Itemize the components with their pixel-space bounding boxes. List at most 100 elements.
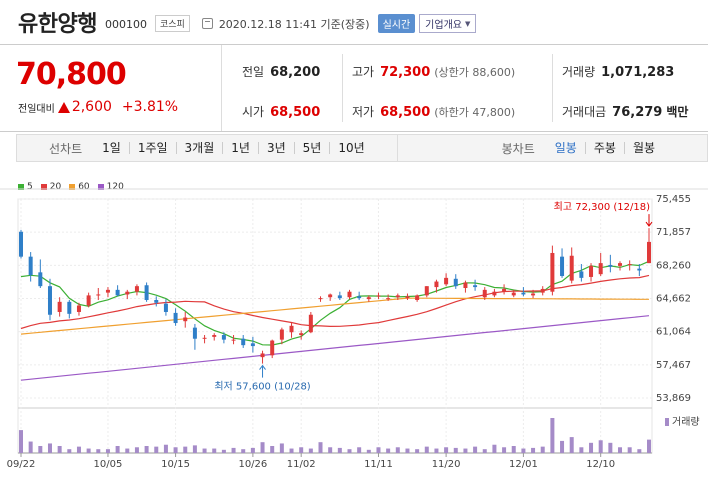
- candle-body: [57, 301, 62, 312]
- candle-body: [19, 231, 23, 257]
- volume-bar: [618, 447, 623, 453]
- y-tick-label: 53,869: [656, 393, 691, 404]
- price-chart[interactable]: 75,455 71,857 68,260 64,662 61,064 57,467 53,8…: [0, 0, 708, 487]
- candle-body: [482, 289, 487, 298]
- volume-bar: [502, 447, 507, 453]
- candle-body: [231, 339, 236, 341]
- volume-bar: [415, 449, 420, 453]
- y-tick-label: 71,857: [656, 227, 691, 238]
- volume-bar: [434, 448, 439, 453]
- candle-body: [386, 298, 391, 300]
- y-tick-label: 61,064: [656, 327, 691, 338]
- volume-bar: [444, 447, 449, 453]
- volume-bar: [395, 447, 400, 453]
- candle-body: [463, 282, 468, 289]
- volume-bar: [86, 448, 91, 453]
- low-annotation: 최저 57,600 (10/28): [214, 381, 310, 393]
- candle-body: [308, 314, 313, 333]
- volume-bar: [134, 447, 139, 453]
- volume-bar: [453, 447, 458, 453]
- y-tick-label: 75,455: [656, 194, 691, 205]
- volume-bar: [482, 449, 487, 453]
- x-tick-label: 11/11: [364, 459, 393, 470]
- candle-body: [579, 271, 584, 278]
- candle-body: [598, 263, 603, 275]
- candle-body: [299, 333, 304, 336]
- volume-bar: [241, 449, 246, 453]
- volume-bar: [47, 443, 52, 453]
- candle-body: [241, 338, 246, 346]
- candle-body: [366, 297, 371, 300]
- volume-bar: [212, 448, 217, 453]
- candle-body: [531, 293, 536, 296]
- volume-bar: [511, 446, 516, 453]
- candle-body: [347, 291, 352, 298]
- candle-body: [647, 241, 651, 264]
- candle-body: [502, 288, 507, 292]
- candle-body: [434, 281, 439, 288]
- y-tick-label: 64,662: [656, 294, 691, 305]
- volume-bar: [318, 442, 323, 453]
- volume-bar: [405, 448, 410, 453]
- volume-bar: [531, 447, 536, 453]
- candle-body: [260, 353, 265, 358]
- candle-body: [279, 329, 284, 340]
- candle-body: [492, 291, 497, 296]
- candle-body: [289, 325, 294, 333]
- x-tick-label: 10/26: [238, 459, 267, 470]
- volume-bar: [492, 444, 497, 453]
- volume-bar: [221, 449, 226, 453]
- volume-bar: [125, 448, 130, 453]
- volume-bar: [521, 448, 526, 453]
- y-tick-label: 57,467: [656, 360, 691, 371]
- volume-bar: [299, 447, 304, 453]
- candle-body: [560, 256, 565, 277]
- x-tick-label: 10/15: [161, 459, 190, 470]
- candle-body: [192, 327, 197, 339]
- candle-body: [376, 295, 381, 297]
- volume-bar: [366, 449, 371, 453]
- candle-body: [405, 296, 410, 299]
- candle-body: [105, 289, 110, 293]
- candle-body: [221, 335, 226, 340]
- candle-body: [608, 264, 613, 267]
- candle-body: [163, 303, 168, 312]
- candle-body: [115, 289, 120, 296]
- volume-bar: [19, 430, 23, 453]
- volume-axis-label: 거래량: [672, 416, 700, 428]
- y-tick-label: 68,260: [656, 260, 691, 271]
- volume-bar: [260, 442, 265, 453]
- volume-bar: [473, 446, 478, 453]
- candle-body: [86, 295, 91, 306]
- candle-body: [212, 335, 217, 337]
- high-annotation: 최고 72,300 (12/18): [554, 201, 650, 213]
- candle-body: [183, 317, 188, 322]
- volume-bar: [270, 446, 275, 453]
- volume-bar: [163, 444, 168, 453]
- candle-body: [47, 286, 52, 315]
- candle-body: [473, 285, 478, 288]
- volume-bar: [279, 443, 284, 453]
- volume-bar: [231, 447, 236, 453]
- candle-body: [357, 296, 362, 299]
- candle-body: [270, 340, 275, 356]
- volume-bar: [28, 441, 33, 453]
- candle-body: [444, 277, 449, 285]
- candle-body: [125, 291, 130, 295]
- candle-body: [173, 312, 178, 324]
- x-tick-label: 12/10: [586, 459, 615, 470]
- volume-bar: [202, 448, 207, 453]
- volume-bar: [569, 437, 574, 453]
- volume-bar: [357, 447, 362, 453]
- candle-body: [38, 272, 43, 287]
- volume-legend-swatch: [665, 418, 669, 426]
- candle-body: [318, 298, 323, 300]
- candle-body: [328, 294, 333, 298]
- candle-body: [202, 337, 207, 339]
- volume-bar: [96, 449, 101, 453]
- volume-bar: [115, 446, 120, 453]
- ma60-line: [20, 297, 649, 335]
- volume-bar: [289, 448, 294, 453]
- candle-body: [453, 278, 458, 287]
- volume-bar: [589, 442, 594, 453]
